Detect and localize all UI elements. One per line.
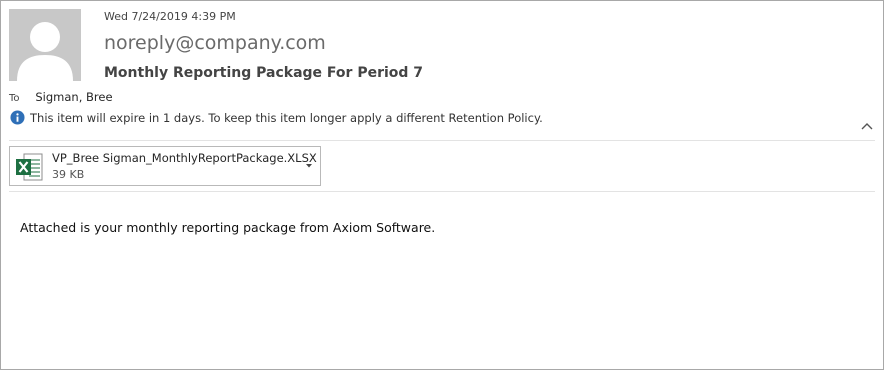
sender-avatar	[9, 9, 81, 81]
sender-address[interactable]: noreply@company.com	[104, 32, 326, 54]
person-placeholder-icon	[9, 9, 81, 81]
collapse-header-button[interactable]	[859, 118, 875, 134]
to-label: To	[9, 93, 20, 104]
attachment-dropdown-icon[interactable]	[304, 160, 314, 170]
recipient-name[interactable]: Sigman, Bree	[35, 90, 112, 104]
attachment-divider	[9, 191, 875, 192]
email-body: Attached is your monthly reporting packa…	[20, 220, 436, 235]
attachment-size: 39 KB	[52, 168, 85, 181]
info-icon	[10, 110, 25, 125]
retention-info-bar: This item will expire in 1 days. To keep…	[10, 110, 543, 125]
retention-info-text: This item will expire in 1 days. To keep…	[30, 110, 543, 125]
email-reading-pane: Wed 7/24/2019 4:39 PM noreply@company.co…	[0, 0, 884, 370]
excel-file-icon	[16, 153, 43, 181]
email-subject: Monthly Reporting Package For Period 7	[104, 65, 424, 81]
recipient-row: To Sigman, Bree	[9, 90, 113, 104]
attachment-card[interactable]: VP_Bree Sigman_MonthlyReportPackage.XLSX…	[9, 146, 321, 186]
sent-datetime: Wed 7/24/2019 4:39 PM	[104, 10, 236, 23]
attachment-filename: VP_Bree Sigman_MonthlyReportPackage.XLSX	[52, 151, 317, 165]
chevron-up-icon	[861, 123, 873, 130]
header-divider	[9, 140, 875, 141]
